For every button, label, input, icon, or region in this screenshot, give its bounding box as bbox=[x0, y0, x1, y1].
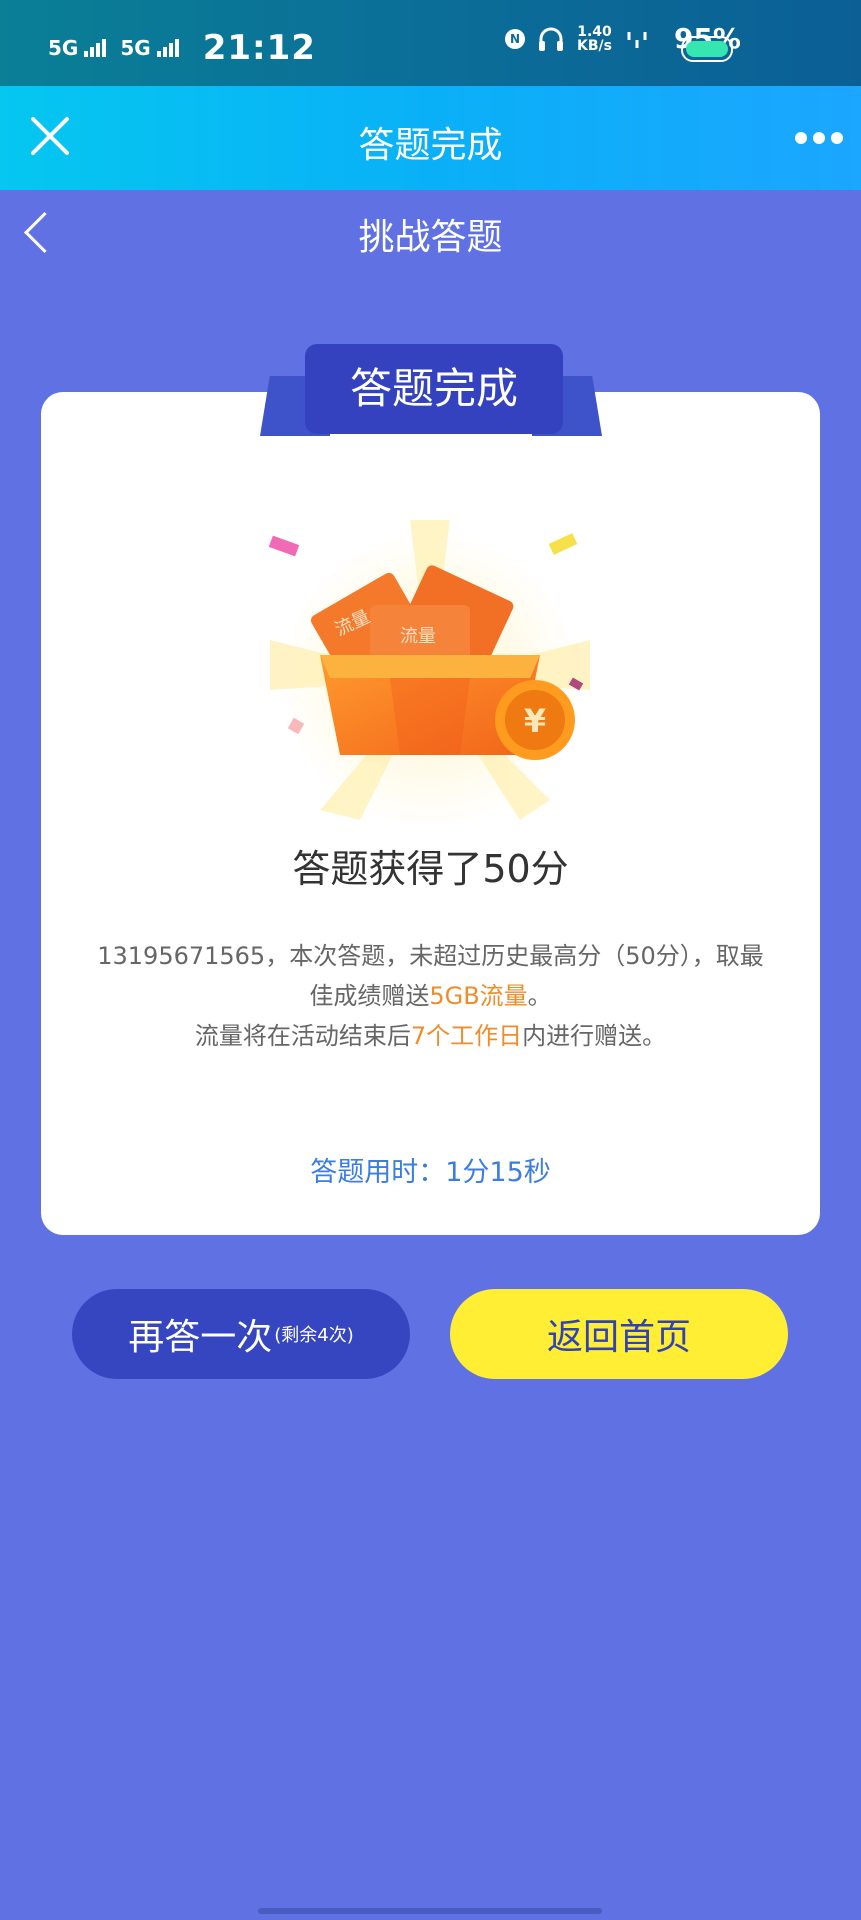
desc-line-1: 13195671565，本次答题，未超过历史最高分（50分），取最 bbox=[97, 942, 764, 970]
gift-box-illustration: 流量 流量 ¥ bbox=[268, 520, 590, 830]
header-title: 答题完成 bbox=[358, 125, 503, 166]
nfc-icon: N bbox=[505, 28, 525, 49]
retry-remaining: (剩余4次) bbox=[274, 1325, 354, 1346]
desc-text: 内进行赠送。 bbox=[522, 1022, 667, 1050]
page-title: 挑战答题 bbox=[358, 217, 503, 258]
time-used: 答题用时：1分15秒 bbox=[310, 1157, 551, 1188]
ticket-label-2: 流量 bbox=[400, 626, 436, 647]
home-button[interactable]: 返回首页 bbox=[450, 1289, 788, 1379]
more-options-icon[interactable] bbox=[795, 132, 843, 144]
network-speed: 1.40 KB/s bbox=[577, 25, 612, 53]
signal-sim1: 5G bbox=[48, 36, 107, 60]
home-indicator[interactable] bbox=[258, 1908, 602, 1914]
retry-button[interactable]: 再答一次 (剩余4次) bbox=[72, 1289, 410, 1379]
result-description: 13195671565，本次答题，未超过历史最高分（50分），取最 佳成绩赠送5… bbox=[90, 936, 771, 1056]
status-left: 5G 5G 21:12 bbox=[48, 28, 316, 68]
sim1-label: 5G bbox=[48, 36, 79, 60]
score-title: 答题获得了50分 bbox=[292, 847, 569, 891]
desc-line-2: 佳成绩赠送5GB流量。 bbox=[90, 976, 771, 1016]
retry-label: 再答一次 bbox=[128, 1317, 273, 1358]
home-label: 返回首页 bbox=[546, 1317, 691, 1358]
reward-highlight: 5GB流量 bbox=[429, 982, 528, 1010]
status-bar: 5G 5G 21:12 N 1.40 KB/s 95% bbox=[0, 0, 861, 86]
clock: 21:12 bbox=[202, 28, 316, 68]
days-highlight: 7个工作日 bbox=[410, 1022, 523, 1050]
speed-value: 1.40 bbox=[577, 23, 612, 40]
app-header: 答题完成 bbox=[0, 86, 861, 190]
headphones-icon bbox=[539, 27, 563, 51]
result-ribbon: 答题完成 bbox=[260, 344, 602, 444]
desc-text: 佳成绩赠送 bbox=[309, 982, 430, 1010]
speed-unit: KB/s bbox=[577, 37, 612, 54]
data-activity-icon bbox=[627, 31, 647, 48]
signal-bars-icon bbox=[156, 39, 179, 57]
desc-line-3: 流量将在活动结束后7个工作日内进行赠送。 bbox=[90, 1016, 771, 1056]
sim2-label: 5G bbox=[120, 36, 151, 60]
signal-bars-icon bbox=[84, 39, 107, 57]
signal-sim2: 5G bbox=[120, 36, 179, 60]
battery-fill bbox=[686, 41, 728, 57]
ribbon-label: 答题完成 bbox=[305, 344, 563, 434]
desc-text: 。 bbox=[527, 982, 552, 1010]
desc-text: 流量将在活动结束后 bbox=[194, 1022, 411, 1050]
battery-icon bbox=[681, 36, 733, 62]
coin-symbol: ¥ bbox=[524, 702, 546, 740]
